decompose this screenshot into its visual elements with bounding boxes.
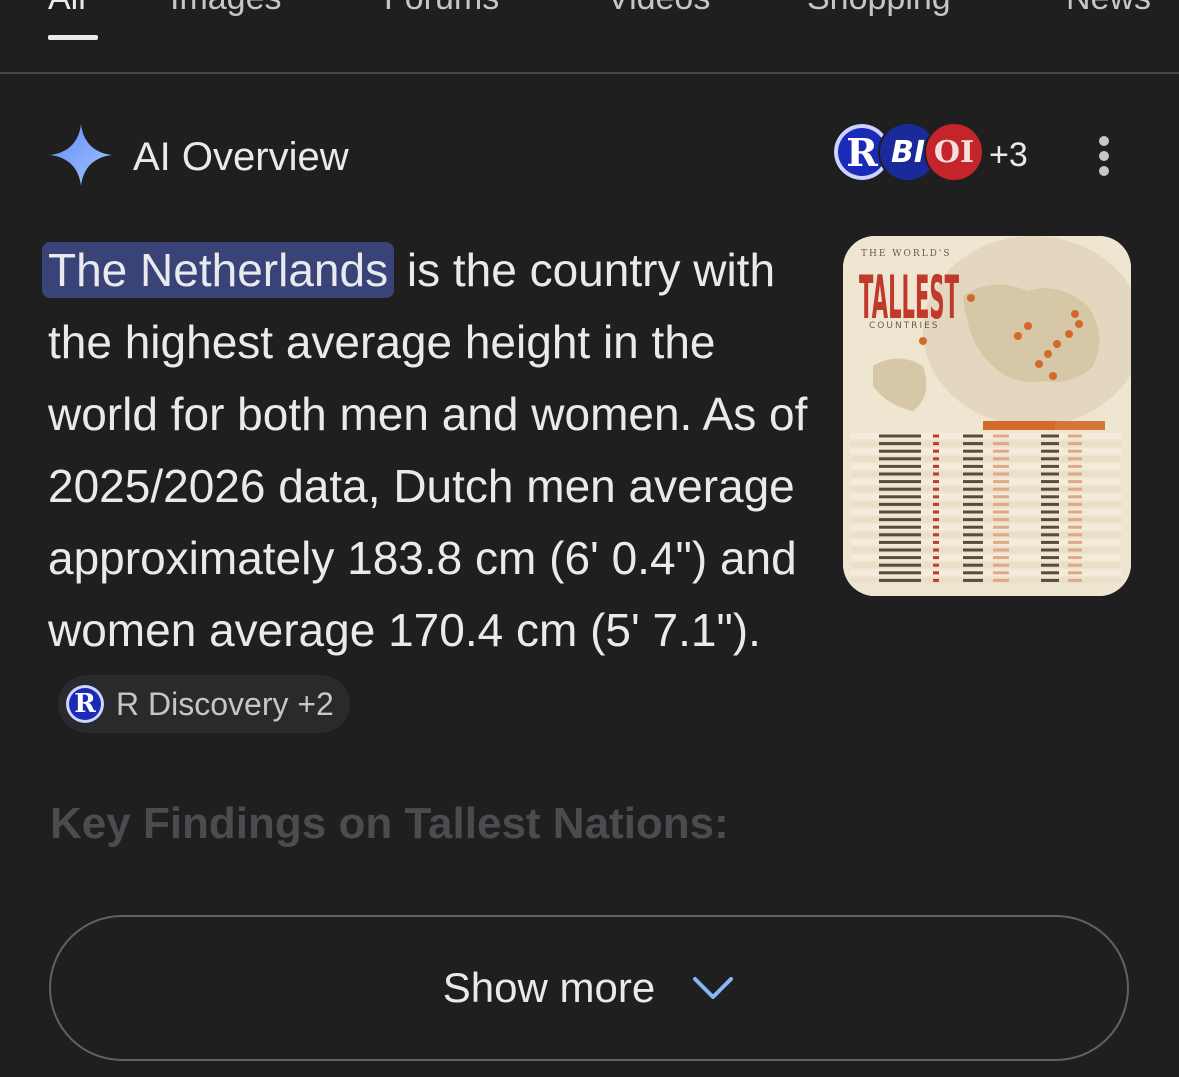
ai-answer-text: The Netherlands is the country with the … [42, 234, 808, 738]
tab-shopping[interactable]: Shopping [807, 0, 951, 18]
more-sources-count[interactable]: +3 [989, 135, 1028, 175]
tab-all[interactable]: All [48, 0, 86, 18]
sparkle-icon [50, 124, 112, 186]
tallest-countries-thumbnail[interactable]: THE WORLD'S TALLEST COUNTRIES [843, 236, 1131, 596]
source-avatar-oi-icon[interactable]: OI [924, 122, 984, 182]
tab-videos[interactable]: Videos [607, 0, 710, 18]
answer-body: is the country with the highest average … [48, 244, 808, 656]
key-findings-heading: Key Findings on Tallest Nations: [50, 799, 729, 848]
ai-overview-title: AI Overview [133, 135, 349, 179]
show-more-label: Show more [442, 964, 656, 1011]
active-tab-indicator [48, 35, 98, 40]
search-tabs: All Images Forums Videos Shopping News [0, 0, 1179, 74]
infographic-image: THE WORLD'S TALLEST COUNTRIES [843, 236, 1131, 596]
chevron-down-icon [693, 977, 734, 999]
r-discovery-icon: R [66, 685, 104, 723]
source-avatars[interactable]: R BI OI [832, 122, 992, 186]
more-vert-icon[interactable] [1091, 136, 1117, 176]
ai-overview-header: AI Overview R BI OI +3 [0, 110, 1179, 200]
tab-forums[interactable]: Forums [384, 0, 499, 18]
citation-label: R Discovery +2 [116, 686, 334, 722]
tab-news[interactable]: News [1066, 0, 1151, 18]
thumb-header-sub: COUNTRIES [869, 321, 940, 331]
highlighted-answer: The Netherlands [42, 242, 395, 298]
show-more-button[interactable]: Show more [49, 915, 1129, 1061]
citation-chip[interactable]: R R Discovery +2 [58, 675, 350, 733]
tab-images[interactable]: Images [170, 0, 282, 18]
thumb-header-small: THE WORLD'S [861, 249, 952, 259]
